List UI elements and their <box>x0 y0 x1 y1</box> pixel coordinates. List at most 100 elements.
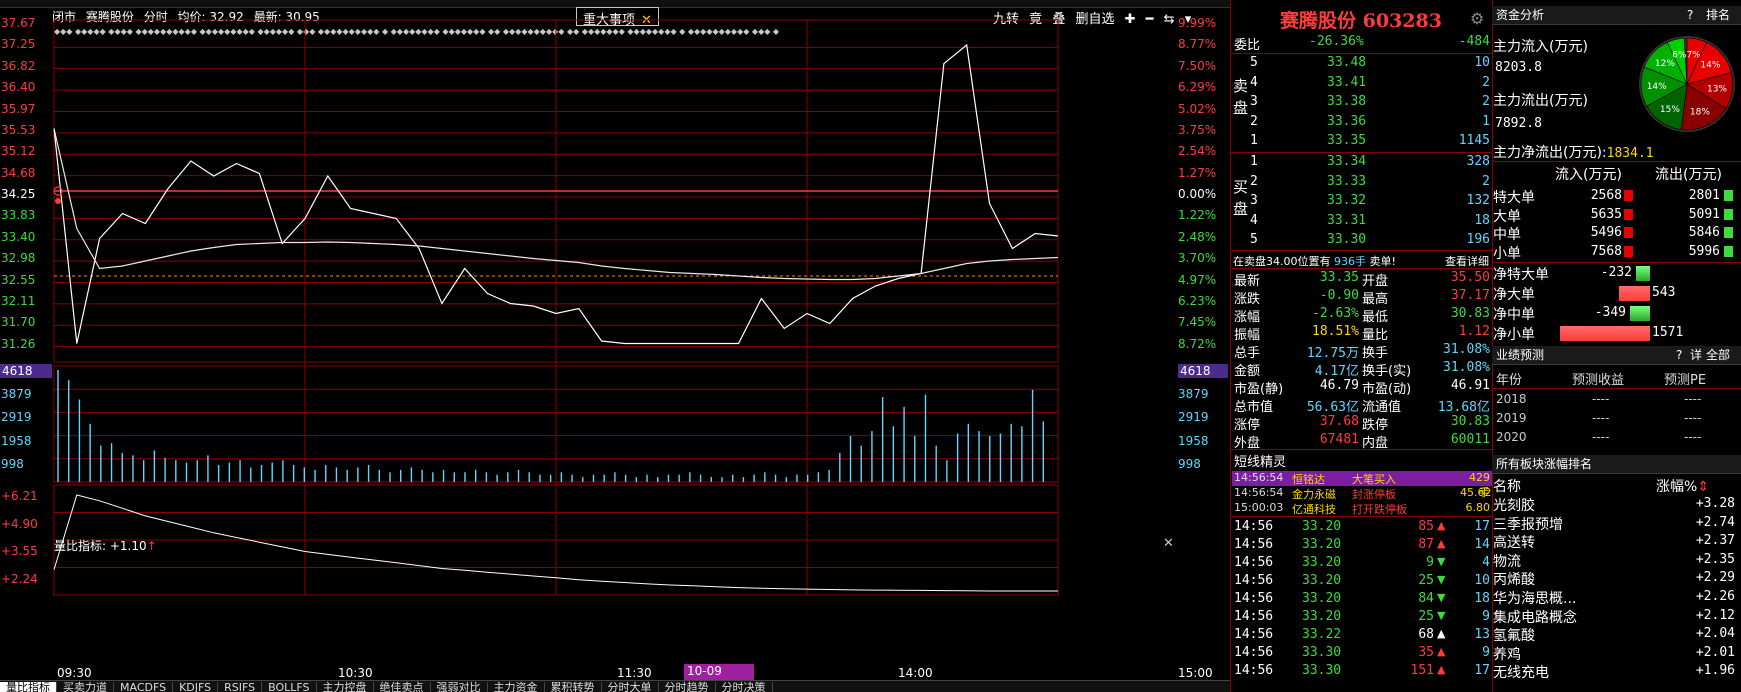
indicator-tab[interactable]: 主力控盘 <box>317 682 374 692</box>
sector-name[interactable]: 养鸡 <box>1493 644 1521 664</box>
sector-name[interactable]: 无线充电 <box>1493 662 1549 682</box>
sector-pct-col[interactable]: 涨幅%⇕ <box>1656 476 1709 496</box>
flow-out-swatch <box>1724 227 1733 238</box>
all-button[interactable]: 全部 <box>1706 346 1730 365</box>
intraday-chart-area[interactable]: 闭市 赛腾股份 分时 均价: 32.92 最新: 30.95 重大事项 ✕ 九转 … <box>0 0 1230 692</box>
indicator-tick: +4.90 <box>1 516 38 531</box>
stat-label: 市盈(动) <box>1362 382 1412 397</box>
indicator-tab[interactable]: 分时趋势 <box>659 682 716 692</box>
sector-name[interactable]: 氢氟酸 <box>1493 625 1535 645</box>
sector-change: +2.35 <box>1695 551 1735 567</box>
sort-icon[interactable]: ⇕ <box>1697 479 1709 495</box>
buy-level-row: 5 33.30 196 <box>1250 232 1490 250</box>
indicator-tab[interactable]: RSIFS <box>218 682 263 692</box>
tick-time: 14:56 <box>1234 609 1274 624</box>
order-price: 33.38 <box>1327 94 1367 109</box>
jingling-item[interactable]: 14:56:54 金力永磁 封涨停板 45.62 <box>1232 486 1492 501</box>
indicator-tab[interactable]: MACDFS <box>114 682 174 692</box>
tick-price: 33.20 <box>1302 555 1342 570</box>
sector-name[interactable]: 集成电路概念 <box>1493 607 1577 627</box>
close-indicator-icon[interactable]: ✕ <box>1163 536 1174 551</box>
flow-in-value: 7568 <box>1590 243 1622 259</box>
indicator-tab[interactable]: 买卖力道 <box>57 682 114 692</box>
sector-name[interactable]: 华为海思概... <box>1493 588 1576 608</box>
chart-canvas[interactable] <box>0 0 1230 692</box>
indicator-tab[interactable]: 量比指标 <box>0 682 57 692</box>
sector-change: +3.28 <box>1695 496 1735 511</box>
price-tick: 32.55 <box>1 272 36 287</box>
arrow-down-icon: ▼ <box>1437 609 1446 622</box>
tick-time: 14:56 <box>1234 519 1274 534</box>
flow-row-name: 特大单 <box>1493 190 1535 206</box>
sector-name[interactable]: 三季报预增 <box>1493 514 1563 534</box>
big-order-notice[interactable]: 在卖盘34.00位置有 936手 卖单! 查看详细 <box>1233 253 1491 268</box>
forecast-cell: ---- <box>1592 411 1610 425</box>
indicator-tab[interactable]: 绝佳卖点 <box>374 682 431 692</box>
tick-volume: 151 <box>1410 663 1434 678</box>
time-label: 11:30 <box>617 666 652 680</box>
stat-value: 4.17亿 <box>1314 364 1359 379</box>
net-flow-bar <box>1630 306 1650 321</box>
webi-row: 委比 -26.36% -484 <box>1234 34 1490 53</box>
volume-tick: 3879 <box>1178 387 1209 402</box>
order-volume: 18 <box>1474 212 1490 228</box>
stat-value: 37.68 <box>1319 414 1359 429</box>
sector-name[interactable]: 物流 <box>1493 551 1521 571</box>
stat-value: 56.63亿 <box>1306 400 1359 415</box>
jingling-item[interactable]: 14:56:54 恒铭达 大笔买入 429手 <box>1232 471 1492 499</box>
forecast-col-header: 预测收益 <box>1572 373 1625 388</box>
sector-name[interactable]: 光刻胶 <box>1493 495 1535 515</box>
price-tick: 35.97 <box>1 101 36 116</box>
sector-name[interactable]: 丙烯酸 <box>1493 569 1535 589</box>
stat-label: 总手 <box>1234 346 1261 361</box>
indicator-tab[interactable]: 主力资金 <box>488 682 545 692</box>
order-price: 33.48 <box>1327 55 1367 70</box>
tick-row: 14:56 33.20 25 ▼ 10 <box>1234 573 1492 591</box>
arrow-down-icon: ▼ <box>1437 555 1446 568</box>
percent-tick: 8.72% <box>1178 336 1217 351</box>
sell-side-label: 卖盘 <box>1233 77 1249 117</box>
stat-label: 开盘 <box>1362 274 1389 289</box>
jingling-value: 6.80 <box>1465 501 1491 514</box>
price-tick: 34.25 <box>1 187 36 201</box>
order-level: 5 <box>1250 232 1258 247</box>
percent-tick: 1.27% <box>1178 165 1217 180</box>
volume-max-left: 4618 <box>0 364 52 378</box>
detail-button[interactable]: 详 <box>1690 346 1702 365</box>
tick-price: 33.20 <box>1302 591 1342 606</box>
indicator-tab[interactable]: 分时决策 <box>716 682 773 692</box>
jingling-item[interactable]: 15:00:03 亿通科技 打开跌停板 6.80 <box>1232 501 1492 516</box>
stat-label: 跌停 <box>1362 418 1389 433</box>
order-price: 33.33 <box>1327 173 1367 189</box>
sector-name-col[interactable]: 名称 <box>1493 476 1521 496</box>
help-icon[interactable]: ? <box>1676 346 1682 365</box>
indicator-tab[interactable]: KDJFS <box>173 682 219 692</box>
help-icon[interactable]: ? <box>1687 6 1693 25</box>
tick-volume: 9 <box>1426 555 1434 570</box>
forecast-cell: ---- <box>1684 411 1702 425</box>
indicator-tab[interactable]: BOLLFS <box>262 682 317 692</box>
jingling-stock: 恒铭达 <box>1292 473 1325 486</box>
rank-button[interactable]: 排名 <box>1706 6 1730 25</box>
indicator-tab[interactable]: 强弱对比 <box>431 682 488 692</box>
stat-value: 67481 <box>1319 432 1359 447</box>
fund-header: 资金分析 ? 排名 <box>1492 6 1741 25</box>
net-flow-bar <box>1619 286 1650 301</box>
view-detail-link[interactable]: 查看详细 <box>1445 253 1489 269</box>
order-price: 33.34 <box>1327 154 1367 169</box>
forecast-cell: 2018 <box>1496 392 1527 406</box>
volume-tick: 1958 <box>1178 433 1209 448</box>
tick-time: 14:56 <box>1234 645 1274 660</box>
order-level: 1 <box>1250 133 1258 148</box>
stat-label: 换手(实) <box>1362 364 1412 379</box>
quote-stat-row: 涨跌 -0.90 最高 37.17 <box>1234 288 1490 307</box>
indicator-tab[interactable]: 累积转势 <box>545 682 602 692</box>
sector-name[interactable]: 高送转 <box>1493 532 1535 552</box>
stat-value: 33.35 <box>1319 270 1359 285</box>
sector-header: 所有板块涨幅排名 <box>1492 455 1741 474</box>
gear-icon[interactable]: ⚙ <box>1470 9 1484 28</box>
pie-label: 18% <box>1690 108 1710 118</box>
tick-volume: 68 <box>1418 627 1434 642</box>
stat-label: 最高 <box>1362 292 1389 307</box>
indicator-tab[interactable]: 分时大单 <box>602 682 659 692</box>
